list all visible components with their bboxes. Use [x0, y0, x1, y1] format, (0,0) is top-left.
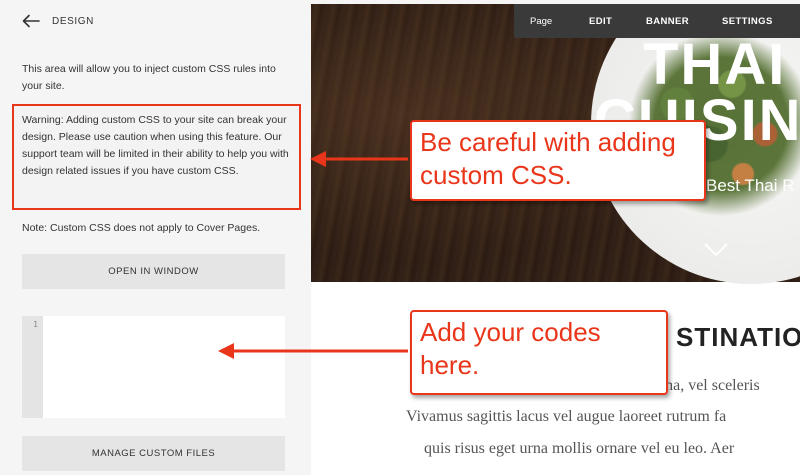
toolbar-edit[interactable]: EDIT [589, 16, 612, 27]
annotation-callout-add-code: Add your codes here. [410, 310, 668, 395]
toolbar-settings[interactable]: SETTINGS [722, 16, 773, 27]
callout-line: custom CSS. [420, 160, 572, 190]
back-button[interactable]: DESIGN [22, 11, 94, 31]
section-heading: STINATIO [676, 322, 800, 352]
css-code-area[interactable] [43, 316, 285, 418]
line-number-gutter: 1 [22, 316, 43, 418]
css-editor[interactable]: 1 [22, 316, 285, 418]
note-text: Note: Custom CSS does not apply to Cover… [22, 222, 261, 234]
callout-line: Add your codes [420, 317, 601, 347]
toolbar-page[interactable]: Page [530, 16, 552, 27]
callout-line: here. [420, 350, 480, 380]
site-preview: THAI CUISIN Best Thai R Page EDIT BANNER… [311, 4, 800, 475]
toolbar-banner[interactable]: BANNER [646, 16, 689, 27]
editor-toolbar: Page EDIT BANNER SETTINGS [514, 4, 800, 38]
intro-text: This area will allow you to inject custo… [22, 63, 276, 92]
hero-title-line1: THAI [643, 32, 787, 97]
chevron-down-icon[interactable] [703, 242, 729, 258]
body-text-line: Vivamus sagittis lacus vel augue laoreet… [406, 408, 727, 425]
design-panel: DESIGN This area will allow you to injec… [0, 0, 307, 475]
callout-line: Be careful with adding [420, 127, 676, 157]
warning-text: Warning: Adding custom CSS to your site … [22, 114, 289, 177]
arrow-left-icon [22, 14, 40, 28]
body-text-line: quis risus eget urna mollis ornare vel e… [424, 440, 735, 457]
hero-subtitle: Best Thai R [706, 176, 795, 195]
warning-box: Warning: Adding custom CSS to your site … [12, 104, 301, 210]
open-in-window-button[interactable]: OPEN IN WINDOW [22, 254, 285, 289]
panel-title: DESIGN [52, 15, 94, 27]
annotation-callout-careful: Be careful with adding custom CSS. [410, 120, 706, 201]
manage-custom-files-button[interactable]: MANAGE CUSTOM FILES [22, 436, 285, 471]
